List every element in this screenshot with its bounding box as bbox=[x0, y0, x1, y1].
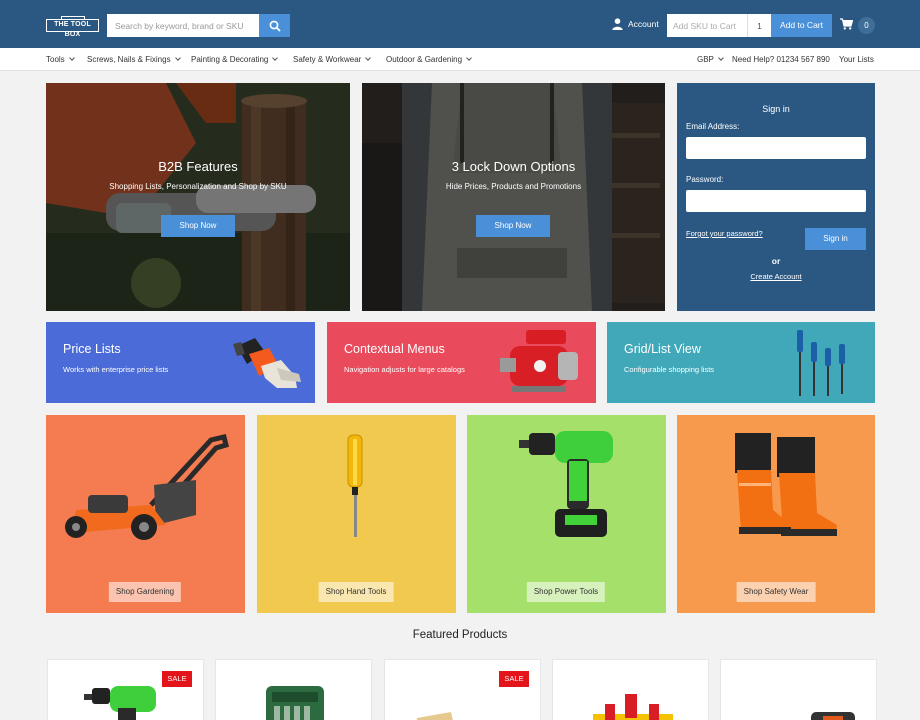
cart-count-badge[interactable]: 0 bbox=[858, 17, 875, 34]
shop-now-button[interactable]: Shop Now bbox=[161, 215, 235, 237]
product-card[interactable] bbox=[552, 659, 709, 720]
email-field[interactable] bbox=[686, 137, 866, 159]
quantity-input[interactable] bbox=[747, 14, 771, 37]
screwdriver-image bbox=[347, 434, 363, 537]
account-label: Account bbox=[628, 19, 659, 29]
help-phone[interactable]: Need Help? 01234 567 890 bbox=[732, 48, 830, 71]
forgot-password-link[interactable]: Forgot your password? bbox=[686, 229, 763, 238]
signin-title: Sign in bbox=[762, 104, 790, 114]
shop-safety-wear-button[interactable]: Shop Safety Wear bbox=[736, 582, 816, 602]
password-label: Password: bbox=[686, 175, 724, 184]
category-safety-wear[interactable]: Shop Safety Wear bbox=[677, 415, 875, 613]
nav-label: Outdoor & Gardening bbox=[386, 55, 463, 64]
shop-now-button[interactable]: Shop Now bbox=[476, 215, 550, 237]
promo-subtitle: Configurable shopping lists bbox=[624, 365, 715, 374]
add-to-cart-button[interactable]: Add to Cart bbox=[771, 14, 832, 37]
shop-hand-tools-button[interactable]: Shop Hand Tools bbox=[318, 582, 394, 602]
shop-gardening-button[interactable]: Shop Gardening bbox=[108, 582, 182, 602]
product-card[interactable] bbox=[215, 659, 372, 720]
chevron-down-icon bbox=[466, 55, 472, 61]
currency-selector[interactable]: GBP bbox=[697, 48, 724, 71]
workshop-apron-photo bbox=[362, 83, 665, 311]
sku-input[interactable] bbox=[667, 14, 747, 37]
product-card[interactable]: SALE bbox=[384, 659, 541, 720]
account-link[interactable]: Account bbox=[612, 18, 659, 30]
category-hand-tools[interactable]: Shop Hand Tools bbox=[257, 415, 456, 613]
nav-item-painting[interactable]: Painting & Decorating bbox=[191, 48, 279, 71]
sale-badge: SALE bbox=[162, 671, 192, 687]
category-gardening[interactable]: Shop Gardening bbox=[46, 415, 245, 613]
product-card[interactable] bbox=[720, 659, 877, 720]
promo-grid-list-view[interactable]: Grid/List View Configurable shopping lis… bbox=[607, 322, 875, 403]
nav-item-outdoor[interactable]: Outdoor & Gardening bbox=[386, 48, 472, 71]
search-input[interactable] bbox=[107, 14, 259, 37]
hero-title: 3 Lock Down Options bbox=[451, 159, 576, 174]
hero-title: B2B Features bbox=[158, 159, 238, 174]
promo-title: Grid/List View bbox=[624, 342, 701, 356]
search-icon bbox=[269, 20, 281, 32]
sale-badge: SALE bbox=[499, 671, 529, 687]
header: THE TOOL BOX Account Add to Cart 0 bbox=[0, 0, 920, 48]
email-label: Email Address: bbox=[686, 122, 740, 131]
nav-label: Safety & Workwear bbox=[293, 55, 362, 64]
drill-product-image bbox=[84, 686, 156, 720]
nav-label: Screws, Nails & Fixings bbox=[87, 55, 171, 64]
logo[interactable]: THE TOOL BOX bbox=[46, 16, 99, 38]
promo-contextual-menus[interactable]: Contextual Menus Navigation adjusts for … bbox=[327, 322, 596, 403]
hero-subtitle: Shopping Lists, Personalization and Shop… bbox=[109, 182, 287, 191]
clamp-product-image bbox=[593, 694, 673, 720]
chevron-down-icon bbox=[272, 55, 279, 61]
promo-title: Contextual Menus bbox=[344, 342, 445, 356]
boots-image bbox=[735, 433, 837, 536]
drill-image bbox=[519, 431, 613, 537]
nav-label: Painting & Decorating bbox=[191, 55, 269, 64]
signin-button[interactable]: Sign in bbox=[805, 228, 866, 250]
chainsaw-photo bbox=[46, 83, 350, 311]
category-power-tools[interactable]: Shop Power Tools bbox=[467, 415, 666, 613]
nav-item-safety[interactable]: Safety & Workwear bbox=[293, 48, 372, 71]
hero-banner-lockdown[interactable]: 3 Lock Down Options Hide Prices, Product… bbox=[362, 83, 665, 311]
shop-power-tools-button[interactable]: Shop Power Tools bbox=[526, 582, 606, 602]
gloves-image bbox=[233, 338, 301, 388]
user-icon bbox=[612, 18, 623, 30]
or-divider: or bbox=[771, 256, 781, 266]
chevron-down-icon bbox=[365, 55, 372, 61]
promo-price-lists[interactable]: Price Lists Works with enterprise price … bbox=[46, 322, 315, 403]
nav-item-screws[interactable]: Screws, Nails & Fixings bbox=[87, 48, 181, 71]
pump-image bbox=[500, 330, 578, 392]
featured-products-heading: Featured Products bbox=[412, 629, 508, 641]
product-card[interactable]: SALE bbox=[47, 659, 204, 720]
password-field[interactable] bbox=[686, 190, 866, 212]
create-account-link[interactable]: Create Account bbox=[677, 272, 875, 281]
wood-product-image bbox=[416, 712, 453, 720]
tool-case-product-image bbox=[266, 686, 324, 720]
main-nav: Tools Screws, Nails & Fixings Painting &… bbox=[0, 48, 920, 71]
signin-panel: Sign in Email Address: Password: Forgot … bbox=[677, 83, 875, 311]
chevron-down-icon bbox=[174, 55, 181, 61]
promo-subtitle: Works with enterprise price lists bbox=[63, 365, 169, 374]
nav-label: Tools bbox=[46, 55, 65, 64]
lawnmower-image bbox=[65, 434, 230, 540]
screwdrivers-image bbox=[797, 330, 845, 396]
promo-subtitle: Navigation adjusts for large catalogs bbox=[344, 365, 465, 374]
hero-banner-b2b[interactable]: B2B Features Shopping Lists, Personaliza… bbox=[46, 83, 350, 311]
currency-label: GBP bbox=[697, 55, 714, 64]
chevron-down-icon bbox=[68, 55, 75, 61]
search-button[interactable] bbox=[259, 14, 290, 37]
promo-title: Price Lists bbox=[63, 342, 121, 356]
nav-item-tools[interactable]: Tools bbox=[46, 48, 75, 71]
chevron-down-icon bbox=[718, 55, 724, 61]
your-lists-link[interactable]: Your Lists bbox=[839, 48, 874, 71]
hero-subtitle: Hide Prices, Products and Promotions bbox=[445, 182, 582, 191]
power-tool-product-image bbox=[811, 712, 855, 720]
cart-icon[interactable] bbox=[840, 18, 853, 30]
